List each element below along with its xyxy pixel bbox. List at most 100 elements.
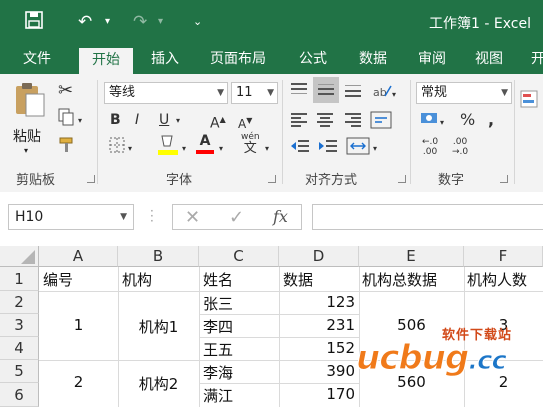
tab-review[interactable]: 审阅	[409, 46, 455, 74]
cell-d4[interactable]: 152	[279, 339, 355, 357]
tab-home[interactable]: 开始	[79, 48, 133, 74]
cell-c3[interactable]: 李四	[203, 316, 233, 337]
cell-d2[interactable]: 123	[279, 293, 355, 311]
cell-b5-merged[interactable]: 机构2	[118, 373, 199, 394]
borders-icon[interactable]	[108, 136, 126, 159]
copy-dropdown-icon[interactable]: ▾	[78, 112, 82, 130]
conditional-format-icon[interactable]	[520, 90, 538, 113]
orientation-icon[interactable]: ab	[372, 82, 392, 105]
clipboard-launcher-icon[interactable]	[87, 175, 95, 183]
undo-dropdown-icon[interactable]: ▾	[105, 11, 110, 33]
increase-decimal-icon[interactable]: ←.0.00	[422, 137, 438, 157]
row-header-6[interactable]: 6	[0, 383, 39, 407]
column-header-b[interactable]: B	[118, 246, 199, 267]
insert-function-icon[interactable]: fx	[273, 207, 288, 226]
tab-view[interactable]: 视图	[466, 46, 512, 74]
align-bottom-icon[interactable]	[344, 82, 362, 103]
alignment-launcher-icon[interactable]	[398, 175, 406, 183]
align-middle-icon[interactable]	[313, 77, 339, 103]
column-header-a[interactable]: A	[39, 246, 118, 267]
orientation-dropdown-icon[interactable]: ▾	[392, 86, 396, 104]
cell-f1[interactable]: 机构人数	[467, 269, 527, 290]
italic-icon[interactable]: I	[135, 111, 139, 129]
cell-e1[interactable]: 机构总数据	[362, 269, 437, 290]
separator	[514, 80, 515, 184]
phonetic-icon[interactable]: wén 文	[241, 132, 260, 156]
row-header-1[interactable]: 1	[0, 267, 39, 291]
wrap-text-icon[interactable]	[370, 110, 392, 135]
align-right-icon[interactable]	[344, 112, 362, 133]
paste-button[interactable]: 粘贴 ▾	[10, 80, 50, 160]
merge-center-icon[interactable]	[346, 136, 370, 161]
customize-toolbar-icon[interactable]: ⌄	[193, 11, 202, 33]
align-center-icon[interactable]	[316, 112, 334, 133]
tab-developer[interactable]: 开	[523, 46, 543, 74]
tab-insert[interactable]: 插入	[142, 46, 188, 74]
phonetic-dropdown-icon[interactable]: ▾	[265, 140, 269, 158]
formula-input[interactable]	[312, 204, 543, 230]
underline-icon[interactable]: U	[159, 111, 169, 129]
cell-d6[interactable]: 170	[279, 385, 355, 403]
cell-c4[interactable]: 王五	[203, 339, 233, 360]
row-header-2[interactable]: 2	[0, 291, 39, 314]
cell-a5-merged[interactable]: 2	[39, 373, 118, 391]
comma-style-icon[interactable]: ,	[488, 111, 494, 129]
cancel-icon[interactable]: ✕	[185, 207, 200, 228]
redo-icon[interactable]: ↷	[133, 11, 147, 33]
increase-indent-icon[interactable]	[318, 138, 338, 159]
format-painter-icon[interactable]	[58, 136, 76, 159]
name-box[interactable]: H10 ▼	[8, 204, 134, 230]
cell-a1[interactable]: 编号	[43, 269, 73, 290]
cell-d5[interactable]: 390	[279, 362, 355, 380]
font-color-icon[interactable]: A	[196, 132, 214, 154]
increase-font-icon[interactable]: A▲	[210, 111, 226, 133]
enter-icon[interactable]: ✓	[229, 207, 244, 228]
row-header-3[interactable]: 3	[0, 314, 39, 337]
decrease-font-icon[interactable]: A▼	[238, 112, 252, 133]
redo-dropdown-icon[interactable]: ▾	[158, 11, 163, 33]
cell-c2[interactable]: 张三	[203, 293, 233, 314]
tab-data[interactable]: 数据	[350, 46, 396, 74]
percent-icon[interactable]: %	[460, 111, 475, 129]
cell-d1[interactable]: 数据	[283, 269, 313, 290]
currency-dropdown-icon[interactable]: ▾	[440, 114, 444, 132]
bold-icon[interactable]: B	[110, 111, 121, 129]
align-top-icon[interactable]	[290, 82, 308, 103]
cell-d3[interactable]: 231	[279, 316, 355, 334]
cell-b2-merged[interactable]: 机构1	[118, 316, 199, 337]
tab-file[interactable]: 文件	[12, 46, 62, 74]
decrease-decimal-icon[interactable]: .00 →.0	[452, 137, 468, 157]
cell-b1[interactable]: 机构	[122, 269, 152, 290]
select-all-button[interactable]	[0, 246, 39, 267]
fill-color-icon[interactable]	[157, 132, 179, 161]
number-launcher-icon[interactable]	[500, 175, 508, 183]
cell-c1[interactable]: 姓名	[203, 269, 233, 290]
column-header-d[interactable]: D	[279, 246, 359, 267]
row-header-5[interactable]: 5	[0, 360, 39, 383]
cell-c6[interactable]: 满江	[203, 385, 233, 406]
font-size-combo[interactable]: 11 ▼	[231, 82, 278, 104]
column-header-c[interactable]: C	[199, 246, 279, 267]
tab-formulas[interactable]: 公式	[290, 46, 336, 74]
number-format-combo[interactable]: 常规 ▼	[416, 82, 512, 104]
cell-a2-merged[interactable]: 1	[39, 316, 118, 334]
undo-icon[interactable]: ↶	[78, 11, 92, 33]
font-name-combo[interactable]: 等线 ▼	[104, 82, 228, 104]
decrease-indent-icon[interactable]	[290, 138, 310, 159]
tab-page-layout[interactable]: 页面布局	[203, 46, 273, 74]
align-left-icon[interactable]	[290, 112, 308, 133]
font-launcher-icon[interactable]	[268, 175, 276, 183]
borders-dropdown-icon[interactable]: ▾	[128, 140, 132, 158]
cell-c5[interactable]: 李海	[203, 362, 233, 383]
column-header-f[interactable]: F	[464, 246, 543, 267]
cut-icon[interactable]: ✂	[58, 82, 73, 100]
currency-icon[interactable]	[420, 110, 440, 133]
row-header-4[interactable]: 4	[0, 337, 39, 360]
save-icon[interactable]	[25, 11, 43, 35]
fill-color-dropdown-icon[interactable]: ▾	[182, 140, 186, 158]
merge-dropdown-icon[interactable]: ▾	[373, 140, 377, 158]
copy-icon[interactable]	[58, 108, 74, 131]
font-color-dropdown-icon[interactable]: ▾	[219, 140, 223, 158]
column-header-e[interactable]: E	[359, 246, 464, 267]
underline-dropdown-icon[interactable]: ▾	[176, 112, 180, 130]
